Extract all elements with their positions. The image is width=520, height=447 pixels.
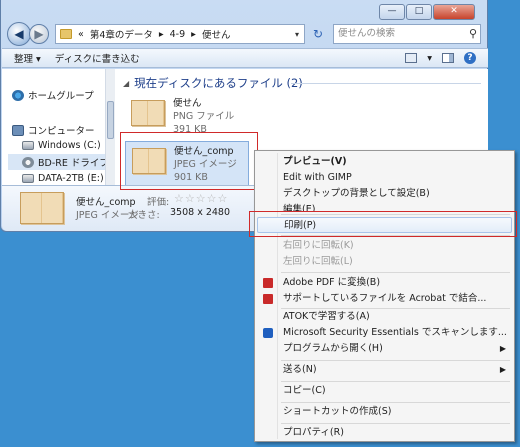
details-thumbnail [20, 192, 64, 224]
close-button[interactable]: ✕ [433, 4, 475, 20]
menu-separator [281, 381, 510, 382]
menu-item-properties[interactable]: プロパティ(R) [257, 425, 512, 441]
view-dropdown-icon[interactable]: ▾ [427, 53, 432, 64]
navigation-pane: ホームグループ コンピューター Windows (C:) BD-RE ドライブ … [2, 69, 114, 185]
menu-item-rotate-clockwise[interactable]: 右回りに回転(K) [257, 238, 512, 254]
scrollbar-thumb[interactable] [107, 101, 114, 139]
submenu-arrow-icon: ▶ [499, 344, 506, 353]
menu-item-edit-with-gimp[interactable]: Edit with GIMP [257, 170, 512, 186]
folder-icon [60, 29, 72, 39]
menu-item-combine-in-acrobat[interactable]: サポートしているファイルを Acrobat で結合... [257, 291, 512, 307]
menu-item-set-desktop-background[interactable]: デスクトップの背景として設定(B) [257, 186, 512, 202]
sidebar-item-label: BD-RE ドライブ [38, 158, 109, 169]
menu-item-label: Adobe PDF に変換(B) [283, 277, 381, 288]
menu-separator [281, 402, 510, 403]
breadcrumb-item[interactable]: 4-9 [170, 29, 186, 40]
menu-item-mse-scan[interactable]: Microsoft Security Essentials でスキャンします..… [257, 325, 512, 341]
submenu-arrow-icon: ▶ [499, 365, 506, 374]
file-item[interactable]: 便せん PNG ファイル 391 KB [131, 97, 234, 136]
context-menu: プレビュー(V) Edit with GIMP デスクトップの背景として設定(B… [254, 150, 515, 442]
command-bar: 整理 ▾ ディスクに書き込む ▾ ? [2, 48, 488, 68]
drive-icon [22, 174, 34, 183]
group-header[interactable]: ◢ 現在ディスクにあるファイル (2) [123, 75, 481, 91]
pdf-icon [263, 278, 273, 288]
search-placeholder: 便せんの検索 [338, 28, 396, 39]
back-button[interactable]: ◀ [7, 22, 31, 46]
menu-item-label: Microsoft Security Essentials でスキャンします..… [283, 327, 507, 338]
rating-stars[interactable]: ☆☆☆☆☆ [174, 192, 228, 205]
drive-icon [22, 141, 34, 150]
highlight-annotation-print [249, 211, 517, 237]
sidebar-item-windows-c[interactable]: Windows (C:) [22, 140, 101, 151]
address-bar[interactable]: « 第4章のデータ ▸ 4-9 ▸ 便せん ▾ [55, 24, 305, 44]
highlight-annotation-file [120, 132, 258, 190]
menu-item-open-with[interactable]: プログラムから開く(H) ▶ [257, 341, 512, 357]
breadcrumb-separator[interactable]: ▸ [159, 29, 164, 40]
sidebar-item-data-e[interactable]: DATA-2TB (E:) [22, 173, 104, 184]
sidebar-item-homegroup[interactable]: ホームグループ [12, 88, 94, 102]
menu-separator [281, 272, 510, 273]
breadcrumb-separator[interactable]: ▸ [191, 29, 196, 40]
group-divider [291, 83, 481, 84]
menu-item-label: サポートしているファイルを Acrobat で結合... [283, 293, 487, 304]
sidebar-item-label: DATA-2TB (E:) [38, 173, 104, 184]
breadcrumb-item[interactable]: 第4章のデータ [90, 27, 153, 41]
organize-button[interactable]: 整理 ▾ [14, 51, 41, 65]
menu-item-create-shortcut[interactable]: ショートカットの作成(S) [257, 404, 512, 420]
sidebar-item-bd-drive[interactable]: BD-RE ドライブ [8, 154, 112, 170]
sidebar-item-label: ホームグループ [28, 91, 94, 102]
sidebar-item-label: コンピューター [28, 126, 95, 137]
search-icon[interactable]: ⚲ [469, 25, 477, 43]
sidebar-item-label: Windows (C:) [38, 140, 101, 151]
help-icon[interactable]: ? [464, 52, 476, 64]
breadcrumb-item[interactable]: 便せん [202, 27, 231, 41]
collapse-chevron-icon[interactable]: ◢ [123, 79, 129, 88]
shield-icon [263, 328, 273, 338]
minimize-button[interactable]: — [379, 4, 405, 20]
sidebar-scrollbar[interactable] [105, 69, 115, 185]
change-view-icon[interactable] [405, 53, 418, 63]
navigation-bar: ◀ ▶ « 第4章のデータ ▸ 4-9 ▸ 便せん ▾ ↻ 便せんの検索 ⚲ [7, 22, 481, 46]
menu-item-rotate-counterclockwise[interactable]: 左回りに回転(L) [257, 254, 512, 270]
refresh-icon[interactable]: ↻ [308, 24, 328, 44]
sidebar-item-computer[interactable]: コンピューター [12, 123, 95, 137]
menu-item-label: プログラムから開く(H) [283, 343, 383, 354]
menu-item-label: 送る(N) [283, 364, 317, 375]
caption-buttons: — □ ✕ [379, 4, 475, 20]
file-type: PNG ファイル [173, 111, 235, 122]
homegroup-icon [12, 89, 24, 101]
menu-item-copy[interactable]: コピー(C) [257, 383, 512, 399]
group-title: 現在ディスクにあるファイル (2) [134, 76, 303, 90]
details-file-name: 便せん_comp [76, 197, 136, 208]
menu-separator [281, 423, 510, 424]
dimensions-value: 3508 x 2480 [170, 207, 231, 218]
forward-button[interactable]: ▶ [29, 24, 49, 44]
maximize-button[interactable]: □ [406, 4, 432, 20]
menu-item-convert-to-pdf[interactable]: Adobe PDF に変換(B) [257, 275, 512, 291]
preview-pane-icon[interactable] [442, 53, 454, 63]
image-thumbnail [131, 100, 165, 126]
pdf-icon [263, 294, 273, 304]
search-input[interactable]: 便せんの検索 ⚲ [333, 24, 481, 44]
menu-item-send-to[interactable]: 送る(N) ▶ [257, 362, 512, 378]
menu-item-atok-learn[interactable]: ATOKで学習する(A) [257, 309, 512, 325]
menu-separator [281, 360, 510, 361]
file-name: 便せん [173, 98, 202, 109]
dimensions-label: 大きさ: [128, 210, 160, 221]
breadcrumb-chevrons[interactable]: « [78, 29, 84, 40]
menu-item-preview[interactable]: プレビュー(V) [257, 154, 512, 170]
address-dropdown-icon[interactable]: ▾ [290, 30, 304, 39]
burn-to-disc-button[interactable]: ディスクに書き込む [55, 51, 140, 65]
rating-label: 評価: [147, 197, 170, 208]
computer-icon [12, 124, 24, 136]
bd-drive-icon [22, 156, 34, 168]
